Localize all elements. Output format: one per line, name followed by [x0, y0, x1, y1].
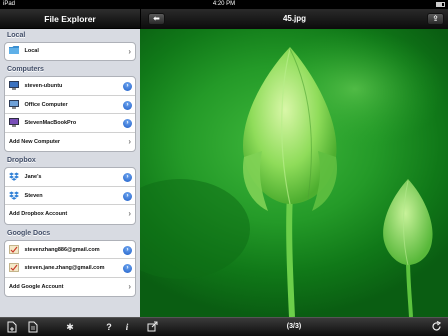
section-title-computers: Computers: [7, 66, 44, 73]
disclosure-button-icon[interactable]: ›: [123, 173, 132, 182]
help-icon[interactable]: ?: [103, 321, 115, 333]
document-icon[interactable]: [27, 321, 39, 333]
photo-image[interactable]: [140, 29, 448, 318]
group-dropbox: Jane's › Steven › Add Dropbox Account ›: [4, 167, 136, 225]
sidebar-item-steven-ubuntu[interactable]: steven-ubuntu ›: [5, 77, 135, 96]
page-indicator: (3/3): [286, 323, 302, 330]
sidebar-item-steven[interactable]: Steven ›: [5, 187, 135, 205]
group-google-docs: stevenzhang886@gmail.com › steven.jane.z…: [4, 239, 136, 297]
rotate-icon[interactable]: [430, 320, 442, 333]
sidebar-item-label: steven.jane.zhang@gmail.com: [24, 265, 105, 271]
viewer-toolbar: (3/3): [140, 317, 448, 336]
dropbox-icon: [9, 190, 19, 200]
sidebar-item-label: Steven: [24, 192, 43, 199]
dropbox-icon: [9, 171, 19, 181]
sidebar-toolbar: ✱ ? i: [0, 317, 140, 336]
battery-icon: [436, 2, 445, 7]
status-bar: iPad 4:20 PM: [0, 0, 448, 9]
status-time: 4:20 PM: [212, 1, 236, 7]
chevron-right-icon: ›: [128, 47, 131, 56]
disclosure-button-icon[interactable]: ›: [123, 245, 132, 255]
sidebar-item-label: Local: [24, 48, 39, 54]
chevron-right-icon: ›: [128, 136, 131, 146]
sidebar-item-label: Office Computer: [24, 101, 68, 108]
disclosure-button-icon[interactable]: ›: [123, 82, 132, 91]
sidebar-item-office-computer[interactable]: Office Computer ›: [5, 96, 135, 114]
new-file-icon[interactable]: [6, 321, 18, 333]
add-new-computer-button[interactable]: Add New Computer ›: [5, 133, 135, 152]
sidebar-item-steven-macbookpro[interactable]: StevenMacBookPro ›: [5, 114, 135, 133]
back-arrow-icon[interactable]: ⬅: [148, 13, 165, 25]
google-docs-icon: [9, 262, 19, 272]
info-icon[interactable]: i: [121, 321, 133, 333]
sidebar-item-label: StevenMacBookPro: [24, 120, 77, 126]
folder-icon: [9, 45, 19, 55]
google-docs-icon: [9, 244, 19, 254]
sidebar-item-steven-jane-zhang[interactable]: steven.jane.zhang@gmail.com ›: [5, 259, 135, 278]
add-dropbox-account-button[interactable]: Add Dropbox Account ›: [5, 205, 135, 224]
lotus-bud-illustration: [140, 29, 445, 318]
chevron-right-icon: ›: [128, 209, 131, 218]
disclosure-button-icon[interactable]: ›: [123, 191, 132, 201]
sidebar-item-janes[interactable]: Jane's ›: [5, 168, 135, 187]
sidebar-body[interactable]: Local Local › Computers steven-ubuntu ›: [0, 29, 140, 317]
section-title-local: Local: [7, 32, 26, 39]
sidebar-item-label: Jane's: [24, 174, 42, 180]
sidebar-item-stevenzhang886[interactable]: stevenzhang886@gmail.com ›: [5, 241, 135, 259]
section-title-dropbox: Dropbox: [7, 157, 36, 164]
sidebar-item-label: Add Google Account: [9, 283, 64, 290]
monitor-icon: [9, 99, 19, 109]
fullscreen-icon[interactable]: [146, 321, 158, 333]
sidebar-title: File Explorer: [0, 9, 140, 29]
chevron-right-icon: ›: [128, 281, 131, 291]
monitor-icon: [9, 80, 19, 91]
add-google-account-button[interactable]: Add Google Account ›: [5, 278, 135, 297]
sidebar-item-label: Add Dropbox Account: [9, 211, 68, 217]
group-computers: steven-ubuntu › Office Computer › Steven…: [4, 76, 136, 152]
sidebar-item-local[interactable]: Local ›: [5, 43, 135, 60]
image-viewer: ⬅ 45.jpg ⇪ (3/3): [140, 9, 448, 336]
gear-icon[interactable]: ✱: [64, 321, 76, 333]
image-filename: 45.jpg: [282, 14, 307, 23]
sidebar-item-label: stevenzhang886@gmail.com: [24, 246, 100, 253]
sidebar-item-label: Add New Computer: [9, 138, 61, 145]
viewer-title: ⬅ 45.jpg ⇪: [140, 9, 448, 29]
group-local: Local ›: [4, 42, 136, 61]
monitor-icon: [9, 117, 19, 128]
disclosure-button-icon[interactable]: ›: [123, 119, 132, 128]
section-title-google-docs: Google Docs: [7, 229, 51, 237]
sidebar: File Explorer Local Local › Computers st…: [0, 9, 140, 336]
disclosure-button-icon[interactable]: ›: [123, 264, 132, 273]
share-icon[interactable]: ⇪: [427, 13, 444, 25]
disclosure-button-icon[interactable]: ›: [123, 100, 132, 110]
sidebar-item-label: steven-ubuntu: [24, 83, 63, 89]
